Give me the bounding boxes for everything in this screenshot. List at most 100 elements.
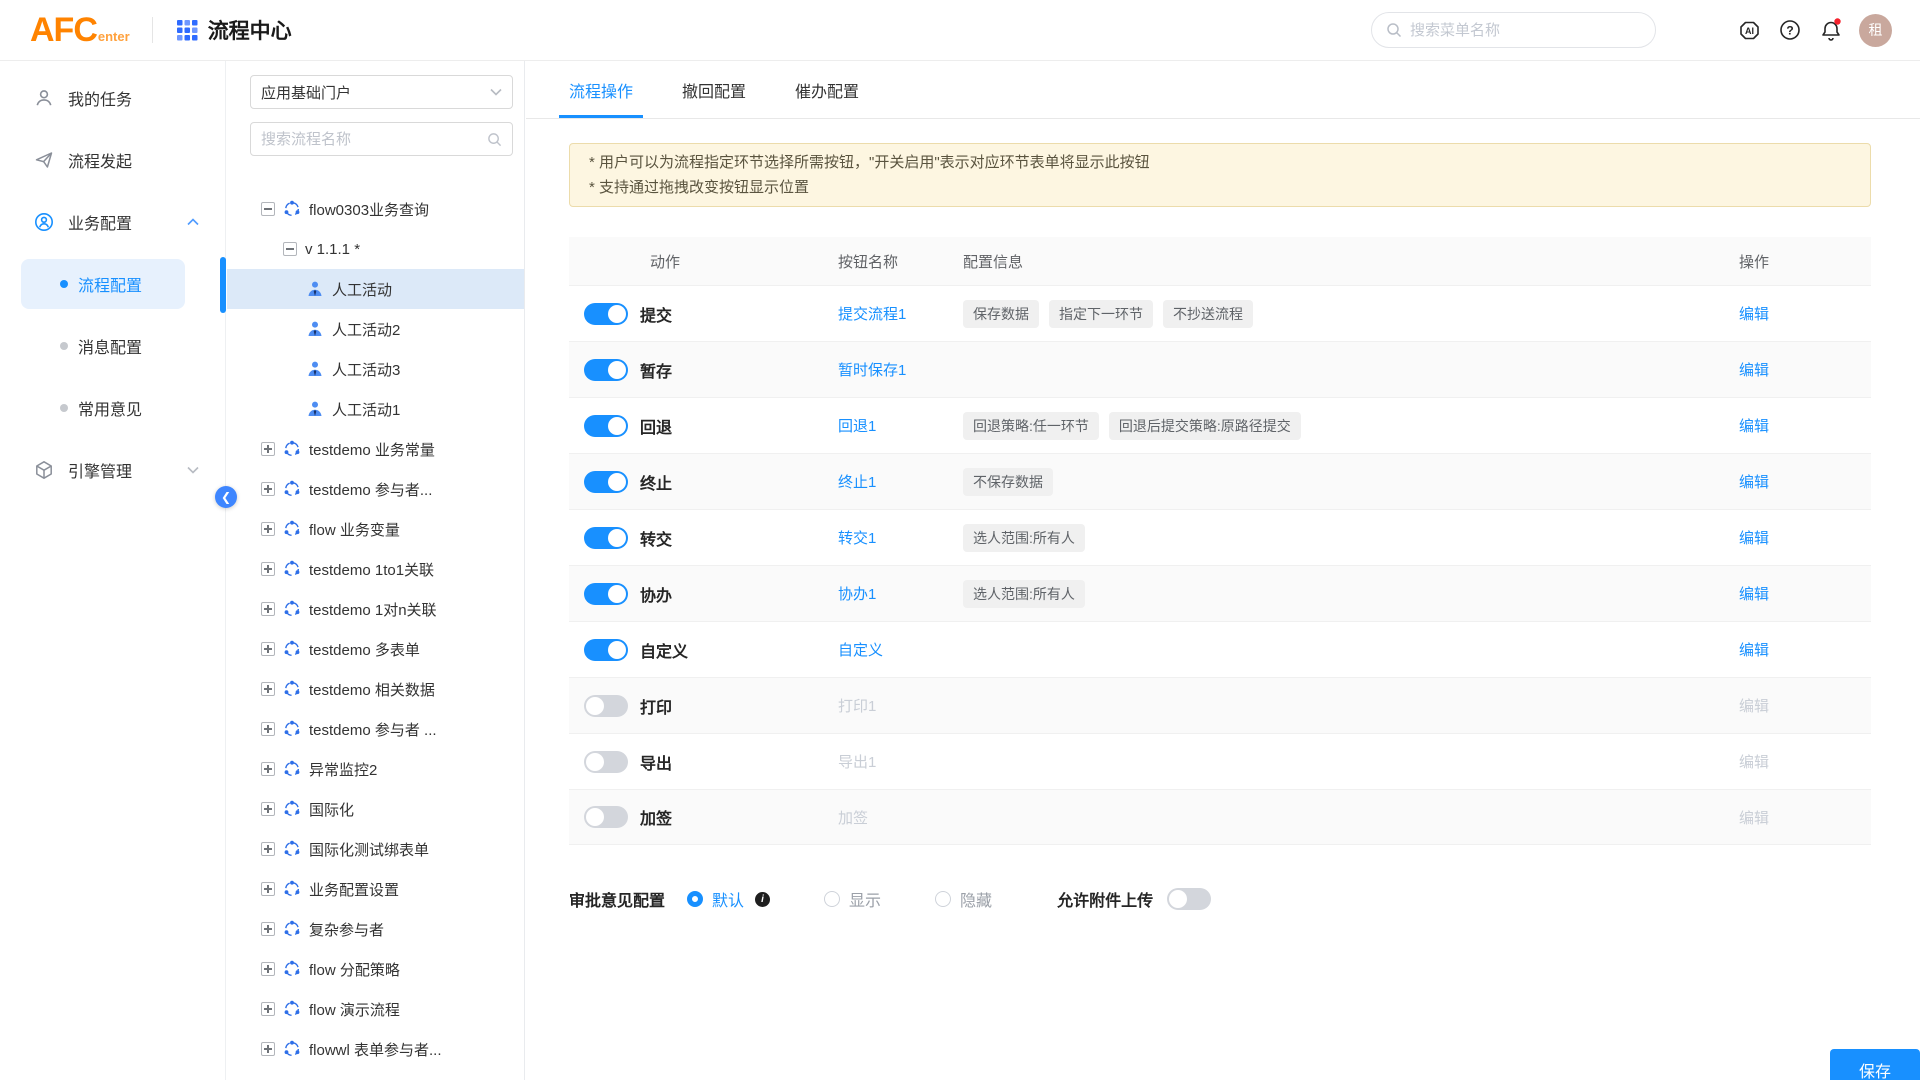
tree-node-7[interactable]: testdemo 参与者...: [227, 469, 524, 509]
toggle-自定义[interactable]: [584, 639, 628, 661]
sidebar-item-3[interactable]: 引擎管理: [0, 439, 225, 501]
tree-search[interactable]: [250, 122, 513, 156]
sidebar-subitem-2[interactable]: 常用意见: [0, 377, 225, 439]
toggle-提交[interactable]: [584, 303, 628, 325]
expand-icon[interactable]: [261, 842, 275, 856]
tree-node-21[interactable]: flowwl 表单参与者...: [227, 1029, 524, 1069]
edit-link[interactable]: 编辑: [1739, 642, 1769, 659]
toggle-转交[interactable]: [584, 527, 628, 549]
expand-icon[interactable]: [261, 482, 275, 496]
save-button[interactable]: 保存: [1830, 1049, 1920, 1080]
expand-icon[interactable]: [261, 722, 275, 736]
bell-icon[interactable]: [1818, 17, 1844, 43]
collapse-icon[interactable]: [283, 242, 297, 256]
collapse-icon[interactable]: [261, 202, 275, 216]
expand-icon[interactable]: [261, 1002, 275, 1016]
edit-link[interactable]: 编辑: [1739, 362, 1769, 379]
expand-icon[interactable]: [261, 562, 275, 576]
button-name-link[interactable]: 打印1: [838, 698, 876, 715]
avatar[interactable]: 租: [1859, 14, 1892, 47]
expand-icon[interactable]: [261, 802, 275, 816]
tree-node-9[interactable]: testdemo 1to1关联: [227, 549, 524, 589]
tree-node-1[interactable]: v 1.1.1 *: [227, 229, 524, 269]
tree-node-19[interactable]: flow 分配策略: [227, 949, 524, 989]
tree-node-22[interactable]: flow 自定义参与者: [227, 1069, 524, 1080]
attachment-upload-toggle[interactable]: [1167, 888, 1211, 910]
radio-option-2[interactable]: 隐藏: [935, 887, 992, 911]
toggle-导出[interactable]: [584, 751, 628, 773]
tree-node-4[interactable]: 人工活动3: [227, 349, 524, 389]
search-input[interactable]: [1410, 22, 1620, 39]
button-name-link[interactable]: 协办1: [838, 586, 876, 603]
button-name-link[interactable]: 导出1: [838, 754, 876, 771]
tree-node-13[interactable]: testdemo 参与者 ...: [227, 709, 524, 749]
sidebar-collapse-button[interactable]: ❮: [215, 486, 237, 508]
tree-node-3[interactable]: 人工活动2: [227, 309, 524, 349]
app-select[interactable]: 应用基础门户: [250, 75, 513, 109]
edit-link[interactable]: 编辑: [1739, 754, 1769, 771]
tree-node-18[interactable]: 复杂参与者: [227, 909, 524, 949]
tree-node-5[interactable]: 人工活动1: [227, 389, 524, 429]
tree-node-11[interactable]: testdemo 多表单: [227, 629, 524, 669]
sidebar-item-1[interactable]: 流程发起: [0, 129, 225, 191]
edit-link[interactable]: 编辑: [1739, 530, 1769, 547]
button-name-link[interactable]: 提交流程1: [838, 306, 906, 323]
button-name-link[interactable]: 回退1: [838, 418, 876, 435]
radio-option-0[interactable]: 默认i: [687, 887, 770, 911]
tab-2[interactable]: 催办配置: [795, 61, 859, 118]
tree-node-6[interactable]: testdemo 业务常量: [227, 429, 524, 469]
expand-icon[interactable]: [261, 1042, 275, 1056]
sidebar-item-0[interactable]: 我的任务: [0, 67, 225, 129]
info-icon[interactable]: i: [755, 892, 770, 907]
button-name-link[interactable]: 加签: [838, 810, 868, 827]
tree-node-17[interactable]: 业务配置设置: [227, 869, 524, 909]
sidebar-subitem-1[interactable]: 消息配置: [0, 315, 225, 377]
expand-icon[interactable]: [261, 642, 275, 656]
expand-icon[interactable]: [261, 522, 275, 536]
menu-search[interactable]: [1371, 12, 1656, 48]
button-name-link[interactable]: 自定义: [838, 642, 883, 659]
toggle-打印[interactable]: [584, 695, 628, 717]
expand-icon[interactable]: [261, 602, 275, 616]
help-icon[interactable]: ?: [1777, 17, 1803, 43]
edit-link[interactable]: 编辑: [1739, 698, 1769, 715]
tree-node-12[interactable]: testdemo 相关数据: [227, 669, 524, 709]
button-name-link[interactable]: 转交1: [838, 530, 876, 547]
toggle-加签[interactable]: [584, 806, 628, 828]
button-name-link[interactable]: 终止1: [838, 474, 876, 491]
tree-node-2[interactable]: 人工活动: [227, 269, 524, 309]
ai-icon[interactable]: AI: [1736, 17, 1762, 43]
edit-link[interactable]: 编辑: [1739, 810, 1769, 827]
expand-icon[interactable]: [261, 442, 275, 456]
edit-link[interactable]: 编辑: [1739, 474, 1769, 491]
sidebar-subitem-0[interactable]: 流程配置: [21, 259, 185, 309]
expand-icon[interactable]: [261, 682, 275, 696]
radio-option-1[interactable]: 显示: [824, 887, 881, 911]
tab-1[interactable]: 撤回配置: [682, 61, 746, 118]
edit-link[interactable]: 编辑: [1739, 586, 1769, 603]
tree-node-15[interactable]: 国际化: [227, 789, 524, 829]
tree-search-input[interactable]: [261, 131, 487, 148]
toggle-暂存[interactable]: [584, 359, 628, 381]
tree-node-0[interactable]: flow0303业务查询: [227, 189, 524, 229]
toggle-回退[interactable]: [584, 415, 628, 437]
edit-link[interactable]: 编辑: [1739, 306, 1769, 323]
toggle-终止[interactable]: [584, 471, 628, 493]
radio-icon[interactable]: [935, 891, 951, 907]
tree-node-20[interactable]: flow 演示流程: [227, 989, 524, 1029]
expand-icon[interactable]: [261, 962, 275, 976]
tab-0[interactable]: 流程操作: [569, 61, 633, 118]
tree-node-16[interactable]: 国际化测试绑表单: [227, 829, 524, 869]
expand-icon[interactable]: [261, 922, 275, 936]
tree-node-8[interactable]: flow 业务变量: [227, 509, 524, 549]
tree-node-14[interactable]: 异常监控2: [227, 749, 524, 789]
expand-icon[interactable]: [261, 882, 275, 896]
edit-link[interactable]: 编辑: [1739, 418, 1769, 435]
expand-icon[interactable]: [261, 762, 275, 776]
sidebar-item-2[interactable]: 业务配置: [0, 191, 225, 253]
radio-icon[interactable]: [824, 891, 840, 907]
tree-node-10[interactable]: testdemo 1对n关联: [227, 589, 524, 629]
toggle-协办[interactable]: [584, 583, 628, 605]
radio-icon[interactable]: [687, 891, 703, 907]
button-name-link[interactable]: 暂时保存1: [838, 362, 906, 379]
